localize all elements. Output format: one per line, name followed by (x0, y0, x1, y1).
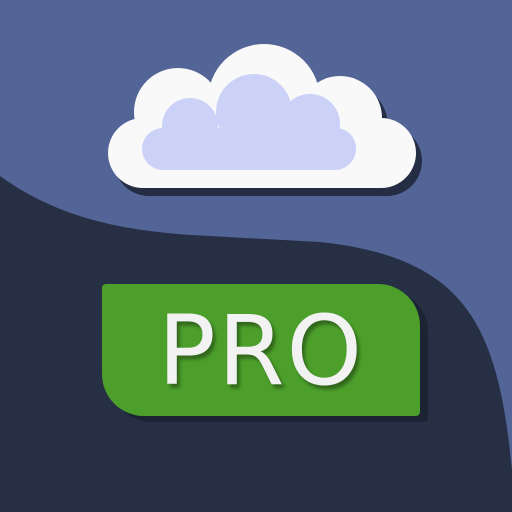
cloud-icon (108, 44, 422, 196)
pro-label: PRO (157, 295, 365, 407)
pro-badge: PRO (102, 284, 420, 416)
app-icon: PRO (0, 0, 512, 512)
